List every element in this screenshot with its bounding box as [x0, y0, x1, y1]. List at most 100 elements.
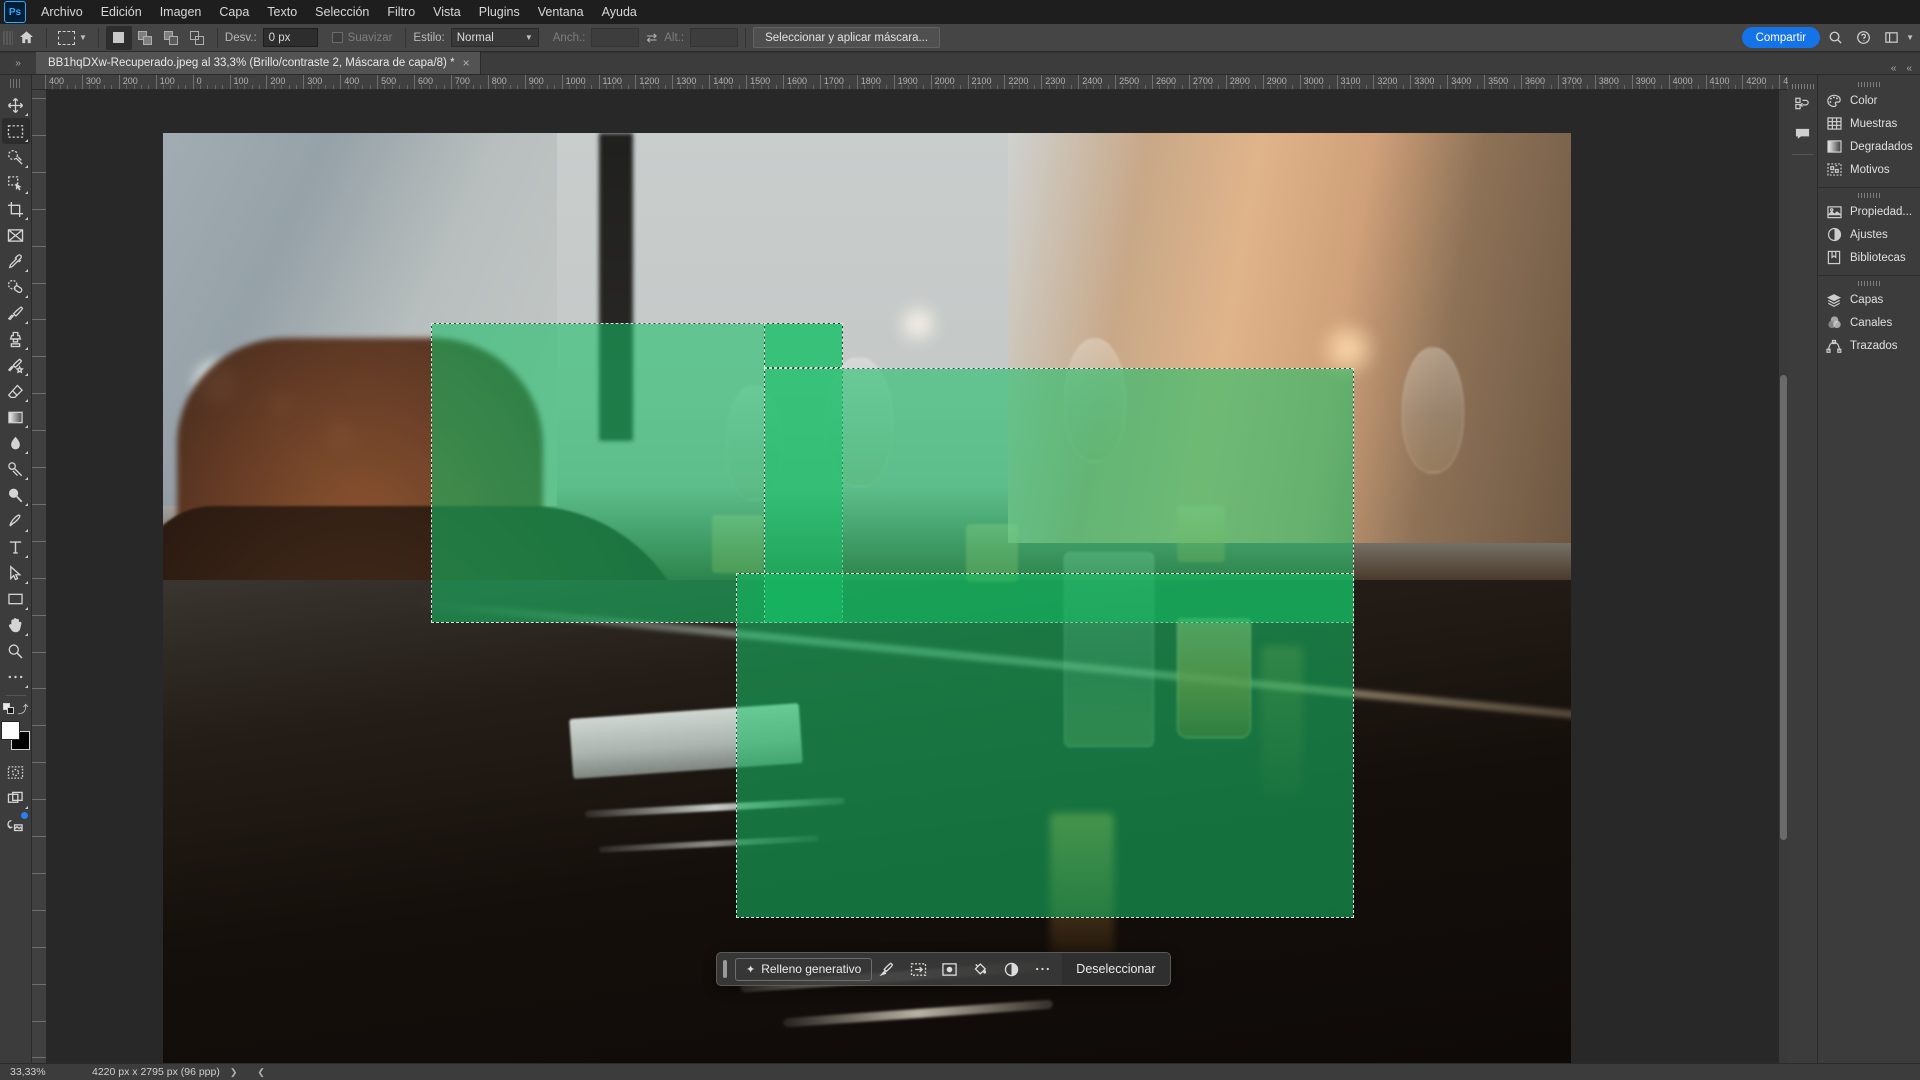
eraser-tool[interactable]	[2, 378, 30, 404]
path-selection-tool[interactable]	[2, 560, 30, 586]
eyedropper-tool[interactable]	[2, 248, 30, 274]
menu-filtro[interactable]: Filtro	[378, 0, 424, 24]
collapse-panel-icon[interactable]: «	[1891, 63, 1897, 74]
vertical-ruler[interactable]	[32, 90, 47, 1063]
options-bar-grip[interactable]	[3, 27, 13, 48]
horizontal-ruler[interactable]: 400 300 200 100 0 100 200 300 400 500 600 700 800 900…	[32, 75, 1788, 90]
object-selection-tool[interactable]	[2, 144, 30, 170]
menu-imagen[interactable]: Imagen	[151, 0, 211, 24]
canvas-vertical-scrollbar[interactable]	[1779, 90, 1788, 1063]
panel-color[interactable]: Color	[1818, 89, 1920, 112]
crop-tool[interactable]	[2, 196, 30, 222]
home-icon[interactable]	[13, 26, 39, 50]
rail-grip[interactable]	[1788, 81, 1817, 91]
select-and-mask-button[interactable]: Seleccionar y aplicar máscara...	[753, 27, 941, 48]
antialias-checkbox[interactable]	[331, 32, 343, 43]
move-tool[interactable]	[2, 92, 30, 118]
add-to-selection-button[interactable]	[132, 26, 158, 50]
chevron-left-icon[interactable]: ❮	[247, 1067, 275, 1078]
more-options-icon[interactable]	[1027, 954, 1058, 984]
tool-preset-picker[interactable]: ▼	[54, 29, 91, 47]
pen-tool[interactable]	[2, 508, 30, 534]
screen-mode-button[interactable]	[2, 785, 30, 811]
edit-toolbar-button[interactable]	[2, 664, 30, 690]
panel-properties[interactable]: Propiedad...	[1818, 200, 1920, 223]
new-selection-button[interactable]	[105, 25, 132, 50]
share-to-cloud-button[interactable]	[2, 811, 30, 837]
search-icon[interactable]	[1822, 26, 1848, 50]
lasso-tool[interactable]	[2, 170, 30, 196]
mask-selection-icon[interactable]	[934, 954, 965, 984]
transform-selection-icon[interactable]	[903, 954, 934, 984]
properties-group-grip[interactable]	[1818, 190, 1920, 200]
share-button[interactable]: Compartir	[1741, 27, 1821, 48]
menu-texto[interactable]: Texto	[258, 0, 306, 24]
layers-group-grip[interactable]	[1818, 278, 1920, 288]
clone-stamp-tool[interactable]	[2, 326, 30, 352]
document-image[interactable]	[163, 133, 1571, 1063]
zoom-tool[interactable]	[2, 638, 30, 664]
color-group-grip[interactable]	[1818, 79, 1920, 89]
selection-region-bottom[interactable]	[736, 573, 1354, 918]
zoom-level[interactable]: 33,33%	[0, 1066, 62, 1078]
gradient-tool[interactable]	[2, 404, 30, 430]
panel-paths[interactable]: Trazados	[1818, 334, 1920, 357]
panel-patterns[interactable]: Motivos	[1818, 158, 1920, 181]
menu-edicion[interactable]: Edición	[92, 0, 151, 24]
menu-ayuda[interactable]: Ayuda	[593, 0, 646, 24]
panel-swatches[interactable]: Muestras	[1818, 112, 1920, 135]
document-tab[interactable]: BB1hqDXw-Recuperado.jpeg al 33,3% (Brill…	[36, 52, 481, 74]
menu-vista[interactable]: Vista	[424, 0, 470, 24]
history-brush-tool[interactable]	[2, 352, 30, 378]
panel-channels[interactable]: Canales	[1818, 311, 1920, 334]
adjustment-layer-icon[interactable]	[996, 954, 1027, 984]
drag-handle-icon[interactable]	[723, 960, 727, 978]
generative-fill-button[interactable]: ✦ Relleno generativo	[735, 957, 873, 981]
chevron-down-icon[interactable]: ▼	[1906, 33, 1914, 42]
rectangle-tool[interactable]	[2, 586, 30, 612]
panel-layers[interactable]: Capas	[1818, 288, 1920, 311]
history-panel-icon[interactable]	[1790, 91, 1816, 117]
healing-brush-tool[interactable]	[2, 274, 30, 300]
tools-panel-grip[interactable]	[9, 79, 22, 88]
panel-adjustments[interactable]: Ajustes	[1818, 223, 1920, 246]
menu-plugins[interactable]: Plugins	[470, 0, 529, 24]
brush-tool[interactable]	[2, 300, 30, 326]
quick-mask-button[interactable]	[2, 759, 30, 785]
blur-tool[interactable]	[2, 430, 30, 456]
panel-gradients[interactable]: Degradados	[1818, 135, 1920, 158]
subtract-from-selection-button[interactable]	[158, 26, 184, 50]
magnifier-secondary-tool[interactable]	[2, 482, 30, 508]
style-select[interactable]: Normal ▼	[450, 28, 539, 47]
canvas-area[interactable]	[47, 90, 1788, 1063]
frame-tool[interactable]	[2, 222, 30, 248]
swap-arrows-icon[interactable]: ⇄	[639, 30, 664, 46]
hand-tool[interactable]	[2, 612, 30, 638]
width-input[interactable]	[591, 28, 640, 47]
rectangular-marquee-tool[interactable]	[1, 118, 30, 144]
foreground-color-swatch[interactable]	[0, 721, 20, 740]
menu-archivo[interactable]: Archivo	[32, 0, 92, 24]
expand-panels-icon[interactable]: »	[0, 52, 36, 74]
close-icon[interactable]: ×	[463, 57, 470, 69]
selection-region-top-notch[interactable]	[764, 323, 843, 368]
chevron-right-icon[interactable]: ❯	[220, 1067, 248, 1078]
intersect-selection-button[interactable]	[184, 26, 210, 50]
deselect-button[interactable]: Deseleccionar	[1062, 953, 1170, 985]
type-tool[interactable]	[2, 534, 30, 560]
feather-input[interactable]	[262, 28, 318, 47]
workspace-switcher-icon[interactable]	[1878, 26, 1904, 50]
swap-colors-icon[interactable]: ⤴	[18, 701, 29, 717]
menu-ventana[interactable]: Ventana	[529, 0, 593, 24]
menu-capa[interactable]: Capa	[210, 0, 258, 24]
comments-panel-icon[interactable]	[1790, 120, 1816, 146]
panel-libraries[interactable]: Bibliotecas	[1818, 246, 1920, 269]
fill-selection-icon[interactable]	[965, 954, 996, 984]
help-icon[interactable]	[1850, 26, 1876, 50]
default-colors-icon[interactable]	[2, 703, 15, 715]
dodge-tool[interactable]	[2, 456, 30, 482]
expand-panel-icon[interactable]: «	[1906, 63, 1912, 74]
select-subject-icon[interactable]	[872, 954, 903, 984]
menu-seleccion[interactable]: Selección	[306, 0, 378, 24]
height-input[interactable]	[690, 28, 739, 47]
